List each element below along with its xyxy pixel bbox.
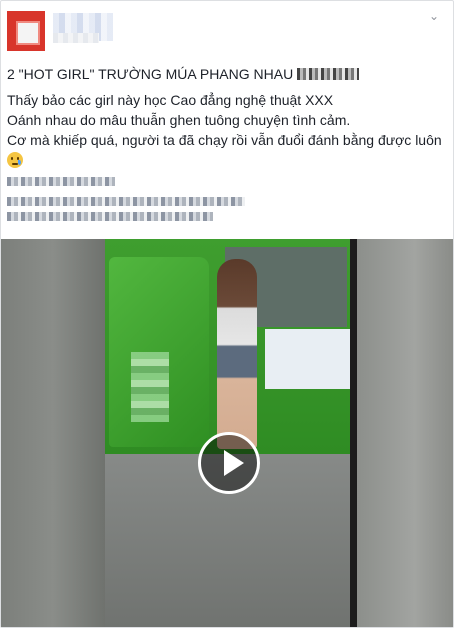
car-stripe [265, 329, 350, 389]
video-blurred-sidebar [1, 239, 105, 627]
video-divider [350, 239, 357, 627]
headline-text: 2 "HOT GIRL" TRƯỜNG MÚA PHANG NHAU [7, 66, 294, 82]
timestamp-blurred[interactable] [53, 33, 99, 43]
body-line: Cơ mà khiếp quá, người ta đã chạy rồi vẫ… [7, 132, 442, 148]
taxi-car [105, 239, 350, 454]
crying-face-icon [7, 152, 23, 168]
play-icon[interactable] [198, 432, 260, 494]
chevron-down-icon[interactable]: ⌄ [427, 10, 441, 22]
blurred-logo [131, 352, 169, 422]
body-line: Thấy bảo các girl này học Cao đẳng nghệ … [7, 92, 334, 108]
post-body: Thấy bảo các girl này học Cao đẳng nghệ … [7, 90, 447, 170]
avatar-logo [16, 21, 40, 45]
blurred-tag-line [7, 212, 213, 221]
post-headline: 2 "HOT GIRL" TRƯỜNG MÚA PHANG NHAU [7, 65, 447, 83]
blurred-tag-line [7, 177, 115, 186]
avatar[interactable] [7, 11, 45, 51]
car-door [109, 257, 209, 447]
body-line: Oánh nhau do mâu thuẫn ghen tuông chuyện… [7, 112, 351, 128]
person-figure [217, 259, 257, 449]
censored-text-mosaic [297, 68, 360, 80]
video-player[interactable] [1, 239, 453, 627]
video-blurred-sidebar [357, 239, 453, 627]
blurred-tag-line [7, 197, 245, 206]
post-card: ⌄ 2 "HOT GIRL" TRƯỜNG MÚA PHANG NHAU Thấ… [0, 0, 454, 628]
